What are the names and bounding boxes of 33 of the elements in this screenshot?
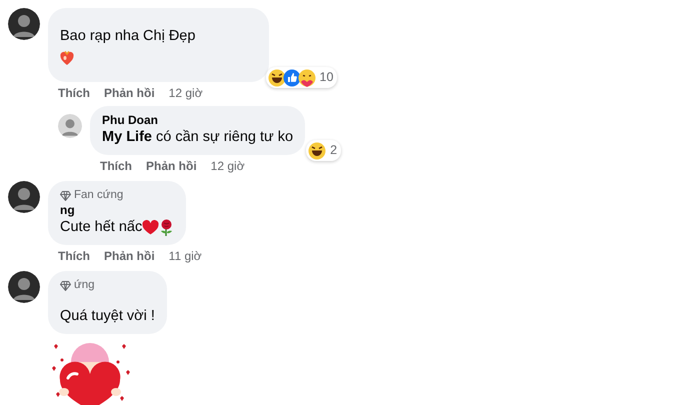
like-reaction-icon	[282, 68, 301, 87]
avatar[interactable]	[8, 181, 40, 213]
reply-button[interactable]: Phản hồi	[146, 157, 197, 175]
timestamp[interactable]: 12 giờ	[168, 84, 203, 102]
haha-reaction-icon	[308, 142, 326, 160]
avatar[interactable]	[8, 271, 40, 303]
reply-button[interactable]: Phản hồi	[104, 247, 155, 265]
like-button[interactable]: Thích	[58, 84, 90, 102]
timestamp[interactable]: 11 giờ	[168, 247, 202, 265]
reaction-summary[interactable]: 2	[306, 140, 342, 161]
comment-text: Quá tuyệt vời !	[60, 307, 155, 326]
care-reaction-icon	[298, 68, 316, 87]
commenter-name[interactable]: ng	[60, 203, 174, 218]
diamond-icon	[60, 190, 71, 200]
heart-sticker-icon	[60, 50, 74, 66]
comment-text: Cute hết nấc	[60, 218, 142, 237]
reaction-count: 2	[330, 142, 338, 160]
reaction-summary[interactable]: 10	[266, 67, 338, 88]
badge-label: ứng	[74, 278, 94, 293]
badge-label: Fan cứng	[74, 188, 124, 203]
avatar[interactable]	[8, 8, 40, 40]
like-button[interactable]: Thích	[58, 247, 90, 265]
commenter-name[interactable]: Phu Doan	[102, 113, 294, 128]
comment-text: My Life có cần sự riêng tư ko	[102, 128, 294, 147]
like-button[interactable]: Thích	[100, 157, 132, 175]
heart-icon	[142, 220, 160, 235]
timestamp[interactable]: 12 giờ	[210, 157, 245, 175]
haha-reaction-icon	[268, 68, 286, 87]
diamond-icon	[60, 280, 71, 290]
comment-text: Bao rạp nha Chị Đẹp	[60, 27, 196, 46]
rose-icon	[159, 219, 174, 236]
reply-button[interactable]: Phản hồi	[104, 84, 155, 102]
reaction-count: 10	[320, 69, 334, 86]
